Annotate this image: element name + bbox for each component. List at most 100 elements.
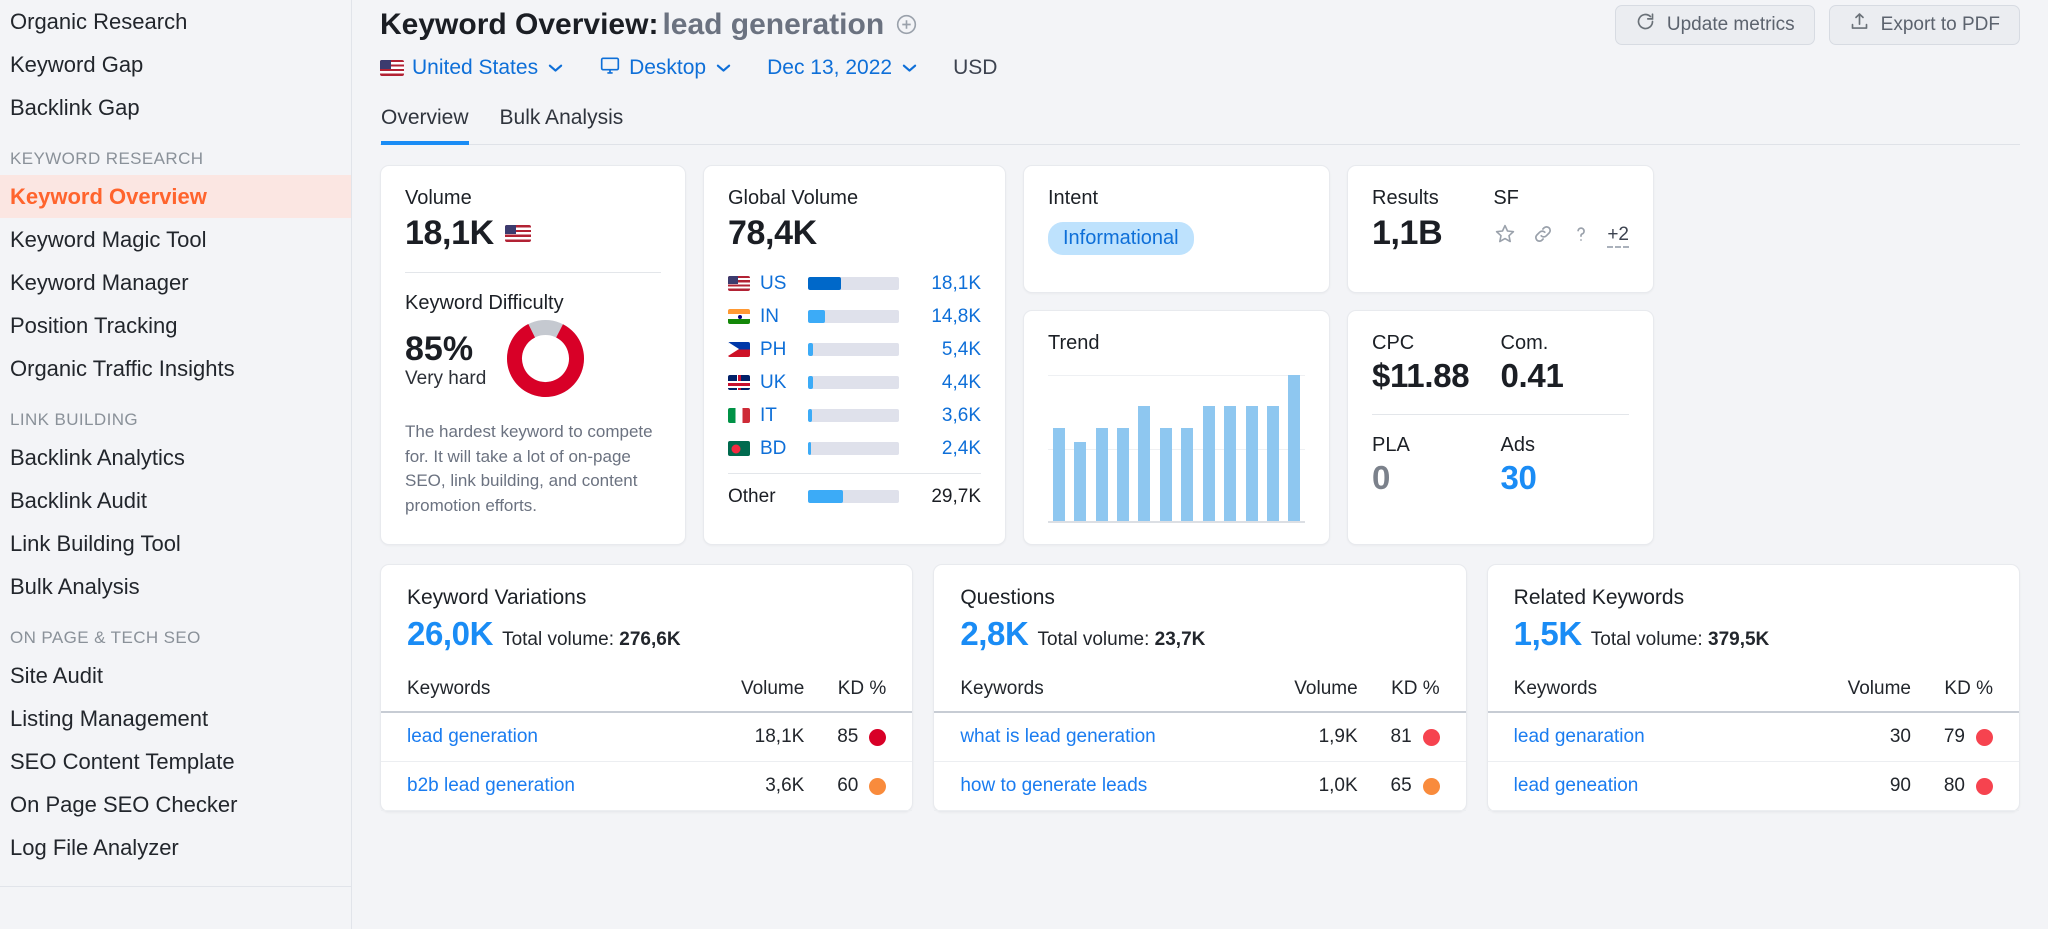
trend-bar[interactable]	[1052, 427, 1065, 521]
global-volume-row[interactable]: UK 4,4K	[728, 366, 981, 399]
sidebar-item-backlink-gap[interactable]: Backlink Gap	[0, 86, 351, 129]
column-header-keywords[interactable]: Keywords	[934, 672, 1240, 713]
trend-bar[interactable]	[1159, 427, 1172, 521]
date-filter[interactable]: Dec 13, 2022	[767, 56, 917, 80]
export-pdf-button[interactable]: Export to PDF	[1828, 4, 2020, 45]
table-row[interactable]: lead genaration 30 79	[1487, 712, 2019, 762]
keyword-link[interactable]: lead geneation	[1514, 775, 1639, 796]
table-title: Keyword Variations	[407, 586, 587, 609]
trend-bar[interactable]	[1202, 405, 1215, 521]
table-count[interactable]: 2,8K	[960, 615, 1029, 653]
column-header-kd[interactable]: KD %	[1357, 672, 1466, 713]
volume-label: Volume	[405, 187, 472, 209]
sidebar-item-keyword-magic-tool[interactable]: Keyword Magic Tool	[0, 218, 351, 261]
trend-bar[interactable]	[1181, 427, 1194, 521]
trend-bar[interactable]	[1138, 405, 1151, 521]
other-volume: 29,7K	[931, 485, 981, 507]
column-header-volume[interactable]: Volume	[686, 672, 805, 713]
keyword-link[interactable]: lead generation	[407, 726, 538, 747]
update-metrics-button[interactable]: Update metrics	[1614, 4, 1815, 45]
sidebar-item-position-tracking[interactable]: Position Tracking	[0, 304, 351, 347]
table-count[interactable]: 1,5K	[1514, 615, 1583, 653]
sidebar-item-bulk-analysis[interactable]: Bulk Analysis	[0, 565, 351, 608]
table-cell-keyword[interactable]: b2b lead generation	[381, 761, 687, 811]
sidebar-item-log-file-analyzer[interactable]: Log File Analyzer	[0, 826, 351, 869]
table-cell-keyword[interactable]: lead geneation	[1487, 761, 1793, 811]
table-row[interactable]: lead geneation 90 80	[1487, 761, 2019, 811]
column-header-volume[interactable]: Volume	[1792, 672, 1911, 713]
intent-badge[interactable]: Informational	[1048, 222, 1194, 255]
trend-bar[interactable]	[1224, 405, 1237, 521]
kd-dot	[1422, 777, 1440, 795]
link-icon[interactable]	[1531, 222, 1555, 251]
keyword-table-card: Related Keywords 1,5K Total volume: 379,5K…	[1486, 564, 2020, 812]
column-header-volume[interactable]: Volume	[1239, 672, 1358, 713]
column-header-kd[interactable]: KD %	[1910, 672, 2019, 713]
table-cell-keyword[interactable]: how to generate leads	[934, 761, 1240, 811]
trend-bar-slot	[1284, 375, 1305, 521]
sidebar-divider	[0, 886, 351, 887]
country-volume: 18,1K	[931, 272, 981, 294]
volume-bar	[808, 409, 899, 422]
sidebar-item-link-building-tool[interactable]: Link Building Tool	[0, 522, 351, 565]
device-filter[interactable]: Desktop	[599, 55, 731, 82]
table-row[interactable]: what is lead generation 1,9K 81	[934, 712, 1466, 762]
column-header-keywords[interactable]: Keywords	[381, 672, 687, 713]
global-volume-row[interactable]: US 18,1K	[728, 267, 981, 300]
ads-value[interactable]: 30	[1501, 459, 1630, 497]
table-cell-keyword[interactable]: lead genaration	[1487, 712, 1793, 762]
keyword-link[interactable]: b2b lead generation	[407, 775, 575, 796]
sidebar-item-label: Backlink Analytics	[10, 444, 185, 470]
trend-bar[interactable]	[1074, 442, 1087, 521]
sidebar-item-label: Link Building Tool	[10, 530, 181, 556]
global-volume-row[interactable]: IT 3,6K	[728, 399, 981, 432]
table-row[interactable]: b2b lead generation 3,6K 60	[381, 761, 913, 811]
question-icon[interactable]	[1569, 222, 1593, 251]
global-volume-row[interactable]: BD 2,4K	[728, 432, 981, 465]
sidebar-item-organic-research[interactable]: Organic Research	[0, 0, 351, 43]
trend-bar[interactable]	[1288, 375, 1301, 521]
sidebar-item-backlink-audit[interactable]: Backlink Audit	[0, 479, 351, 522]
sidebar-item-backlink-analytics[interactable]: Backlink Analytics	[0, 436, 351, 479]
sidebar-item-seo-content-template[interactable]: SEO Content Template	[0, 740, 351, 783]
sf-label: SF	[1493, 187, 1519, 209]
sidebar-item-organic-traffic-insights[interactable]: Organic Traffic Insights	[0, 347, 351, 390]
trend-bar[interactable]	[1095, 427, 1108, 521]
sidebar-item-listing-management[interactable]: Listing Management	[0, 697, 351, 740]
table-cell-keyword[interactable]: lead generation	[381, 712, 687, 762]
sidebar-item-site-audit[interactable]: Site Audit	[0, 654, 351, 697]
star-icon[interactable]	[1493, 222, 1517, 251]
chevron-down-icon	[902, 60, 917, 77]
keyword-link[interactable]: what is lead generation	[960, 726, 1155, 747]
keyword-table: Keywords Volume KD % lead generation 18,1K 85…	[381, 672, 913, 811]
sidebar-item-on-page-seo-checker[interactable]: On Page SEO Checker	[0, 783, 351, 826]
trend-bar[interactable]	[1116, 427, 1129, 521]
sidebar-item-keyword-gap[interactable]: Keyword Gap	[0, 43, 351, 86]
cpc-label: CPC	[1372, 332, 1415, 354]
sidebar-item-label: SEO Content Template	[10, 748, 235, 774]
sidebar-item-keyword-overview[interactable]: Keyword Overview	[0, 175, 351, 218]
keyword-difficulty-value: 85%	[405, 329, 474, 368]
global-volume-row[interactable]: IN 14,8K	[728, 300, 981, 333]
table-cell-keyword[interactable]: what is lead generation	[934, 712, 1240, 762]
sidebar-item-keyword-manager[interactable]: Keyword Manager	[0, 261, 351, 304]
sf-more-badge[interactable]: +2	[1607, 224, 1629, 248]
column-header-kd[interactable]: KD %	[804, 672, 913, 713]
country-filter[interactable]: United States	[380, 56, 563, 80]
trend-bar[interactable]	[1266, 405, 1279, 521]
keyword-link[interactable]: how to generate leads	[960, 775, 1147, 796]
trend-card: Trend	[1023, 310, 1330, 545]
global-volume-row[interactable]: PH 5,4K	[728, 333, 981, 366]
volume-value-row: 18,1K	[405, 214, 661, 253]
keyword-link[interactable]: lead genaration	[1514, 726, 1645, 747]
tab-bulk-analysis[interactable]: Bulk Analysis	[500, 106, 624, 145]
table-row[interactable]: lead generation 18,1K 85	[381, 712, 913, 762]
table-row[interactable]: how to generate leads 1,0K 65	[934, 761, 1466, 811]
country-filter-label: United States	[412, 56, 539, 79]
tab-overview[interactable]: Overview	[381, 106, 469, 145]
column-header-keywords[interactable]: Keywords	[1487, 672, 1793, 713]
table-count[interactable]: 26,0K	[407, 615, 493, 653]
ph-flag-icon	[728, 342, 750, 357]
trend-bar[interactable]	[1245, 405, 1258, 521]
plus-circle-icon[interactable]	[895, 13, 918, 36]
